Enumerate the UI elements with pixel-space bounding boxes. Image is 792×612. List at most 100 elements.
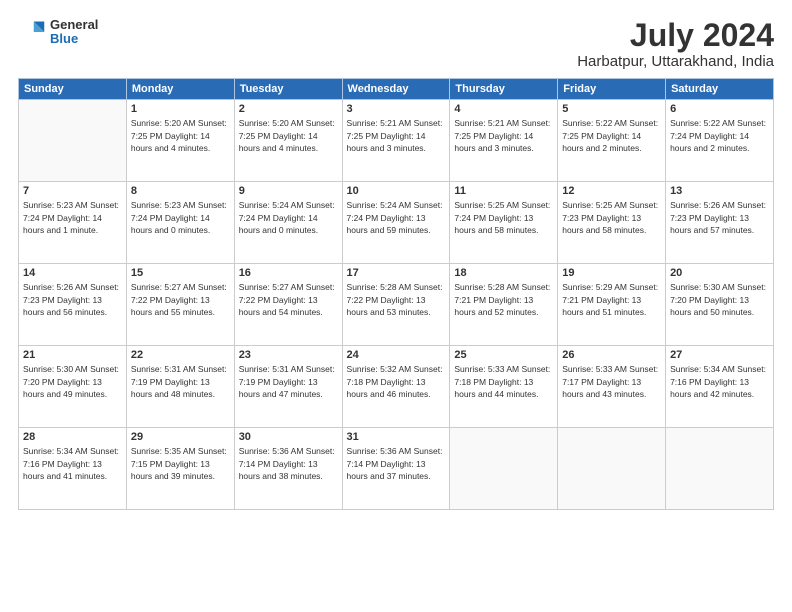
day-number: 3 bbox=[347, 103, 446, 115]
day-number: 17 bbox=[347, 267, 446, 279]
day-number: 4 bbox=[454, 103, 553, 115]
calendar-cell-1-7: 6 Sunrise: 5:22 AM Sunset: 7:24 PM Daylig… bbox=[666, 100, 774, 182]
calendar-header-friday: Friday bbox=[558, 79, 666, 100]
day-number: 8 bbox=[131, 185, 230, 197]
calendar-header-thursday: Thursday bbox=[450, 79, 558, 100]
logo-blue: Blue bbox=[50, 32, 98, 46]
calendar-header-monday: Monday bbox=[126, 79, 234, 100]
day-info: Sunrise: 5:30 AM Sunset: 7:20 PM Dayligh… bbox=[23, 363, 122, 400]
calendar-week-3: 14Sunrise: 5:26 AM Sunset: 7:23 PM Dayli… bbox=[19, 264, 774, 346]
calendar-week-4: 21 Sunrise: 5:30 AM Sunset: 7:20 PM Dayli… bbox=[19, 346, 774, 428]
calendar-cell-3-7: 20Sunrise: 5:30 AM Sunset: 7:20 PM Dayli… bbox=[666, 264, 774, 346]
day-number: 1 bbox=[131, 103, 230, 115]
day-number: 22 bbox=[131, 349, 230, 361]
logo-text: General Blue bbox=[50, 18, 98, 47]
day-info: Sunrise: 5:24 AM Sunset: 7:24 PM Dayligh… bbox=[347, 199, 446, 236]
calendar-cell-3-3: 16 Sunrise: 5:27 AM Sunset: 7:22 PM Dayli… bbox=[234, 264, 342, 346]
calendar-cell-5-2: 29Sunrise: 5:35 AM Sunset: 7:15 PM Dayli… bbox=[126, 428, 234, 510]
day-info: Sunrise: 5:20 AM Sunset: 7:25 PM Dayligh… bbox=[239, 117, 338, 154]
page: General Blue July 2024 Harbatpur, Uttara… bbox=[0, 0, 792, 612]
calendar-cell-3-4: 17 Sunrise: 5:28 AM Sunset: 7:22 PM Dayli… bbox=[342, 264, 450, 346]
title-block: July 2024 Harbatpur, Uttarakhand, India bbox=[577, 18, 774, 70]
day-info: Sunrise: 5:33 AM Sunset: 7:17 PM Dayligh… bbox=[562, 363, 661, 400]
day-info: Sunrise: 5:23 AM Sunset: 7:24 PM Dayligh… bbox=[131, 199, 230, 236]
calendar-week-1: 1 Sunrise: 5:20 AM Sunset: 7:25 PM Daylig… bbox=[19, 100, 774, 182]
calendar-cell-5-6 bbox=[558, 428, 666, 510]
calendar-cell-1-3: 2 Sunrise: 5:20 AM Sunset: 7:25 PM Daylig… bbox=[234, 100, 342, 182]
calendar-cell-1-1 bbox=[19, 100, 127, 182]
day-number: 2 bbox=[239, 103, 338, 115]
day-number: 11 bbox=[454, 185, 553, 197]
day-number: 29 bbox=[131, 431, 230, 443]
logo-general: General bbox=[50, 18, 98, 32]
calendar-cell-4-5: 25 Sunrise: 5:33 AM Sunset: 7:18 PM Dayli… bbox=[450, 346, 558, 428]
day-info: Sunrise: 5:27 AM Sunset: 7:22 PM Dayligh… bbox=[239, 281, 338, 318]
day-info: Sunrise: 5:36 AM Sunset: 7:14 PM Dayligh… bbox=[347, 445, 446, 482]
calendar-cell-2-1: 7 Sunrise: 5:23 AM Sunset: 7:24 PM Daylig… bbox=[19, 182, 127, 264]
calendar-header-sunday: Sunday bbox=[19, 79, 127, 100]
calendar-cell-2-4: 10 Sunrise: 5:24 AM Sunset: 7:24 PM Dayli… bbox=[342, 182, 450, 264]
day-number: 21 bbox=[23, 349, 122, 361]
subtitle: Harbatpur, Uttarakhand, India bbox=[577, 53, 774, 70]
calendar-cell-4-1: 21 Sunrise: 5:30 AM Sunset: 7:20 PM Dayli… bbox=[19, 346, 127, 428]
day-info: Sunrise: 5:36 AM Sunset: 7:14 PM Dayligh… bbox=[239, 445, 338, 482]
calendar-cell-5-3: 30Sunrise: 5:36 AM Sunset: 7:14 PM Dayli… bbox=[234, 428, 342, 510]
calendar-cell-2-2: 8 Sunrise: 5:23 AM Sunset: 7:24 PM Daylig… bbox=[126, 182, 234, 264]
calendar-cell-3-5: 18Sunrise: 5:28 AM Sunset: 7:21 PM Dayli… bbox=[450, 264, 558, 346]
calendar-cell-5-4: 31Sunrise: 5:36 AM Sunset: 7:14 PM Dayli… bbox=[342, 428, 450, 510]
calendar-cell-5-7 bbox=[666, 428, 774, 510]
calendar-header-saturday: Saturday bbox=[666, 79, 774, 100]
calendar-cell-4-4: 24 Sunrise: 5:32 AM Sunset: 7:18 PM Dayli… bbox=[342, 346, 450, 428]
day-number: 5 bbox=[562, 103, 661, 115]
calendar-cell-4-7: 27 Sunrise: 5:34 AM Sunset: 7:16 PM Dayli… bbox=[666, 346, 774, 428]
day-number: 6 bbox=[670, 103, 769, 115]
calendar-cell-3-1: 14Sunrise: 5:26 AM Sunset: 7:23 PM Dayli… bbox=[19, 264, 127, 346]
day-number: 7 bbox=[23, 185, 122, 197]
day-info: Sunrise: 5:21 AM Sunset: 7:25 PM Dayligh… bbox=[454, 117, 553, 154]
calendar-cell-2-3: 9Sunrise: 5:24 AM Sunset: 7:24 PM Daylig… bbox=[234, 182, 342, 264]
calendar-week-2: 7 Sunrise: 5:23 AM Sunset: 7:24 PM Daylig… bbox=[19, 182, 774, 264]
day-number: 28 bbox=[23, 431, 122, 443]
day-info: Sunrise: 5:33 AM Sunset: 7:18 PM Dayligh… bbox=[454, 363, 553, 400]
calendar-cell-1-5: 4 Sunrise: 5:21 AM Sunset: 7:25 PM Daylig… bbox=[450, 100, 558, 182]
day-info: Sunrise: 5:28 AM Sunset: 7:22 PM Dayligh… bbox=[347, 281, 446, 318]
calendar-cell-3-6: 19Sunrise: 5:29 AM Sunset: 7:21 PM Dayli… bbox=[558, 264, 666, 346]
day-info: Sunrise: 5:24 AM Sunset: 7:24 PM Dayligh… bbox=[239, 199, 338, 236]
calendar-cell-1-6: 5 Sunrise: 5:22 AM Sunset: 7:25 PM Daylig… bbox=[558, 100, 666, 182]
calendar-week-5: 28Sunrise: 5:34 AM Sunset: 7:16 PM Dayli… bbox=[19, 428, 774, 510]
day-info: Sunrise: 5:22 AM Sunset: 7:24 PM Dayligh… bbox=[670, 117, 769, 154]
day-number: 19 bbox=[562, 267, 661, 279]
day-number: 18 bbox=[454, 267, 553, 279]
day-number: 12 bbox=[562, 185, 661, 197]
calendar-cell-4-2: 22Sunrise: 5:31 AM Sunset: 7:19 PM Dayli… bbox=[126, 346, 234, 428]
day-number: 27 bbox=[670, 349, 769, 361]
calendar-cell-4-3: 23Sunrise: 5:31 AM Sunset: 7:19 PM Dayli… bbox=[234, 346, 342, 428]
day-info: Sunrise: 5:30 AM Sunset: 7:20 PM Dayligh… bbox=[670, 281, 769, 318]
calendar-cell-5-5 bbox=[450, 428, 558, 510]
day-info: Sunrise: 5:22 AM Sunset: 7:25 PM Dayligh… bbox=[562, 117, 661, 154]
calendar-header-tuesday: Tuesday bbox=[234, 79, 342, 100]
calendar-cell-1-2: 1 Sunrise: 5:20 AM Sunset: 7:25 PM Daylig… bbox=[126, 100, 234, 182]
day-info: Sunrise: 5:32 AM Sunset: 7:18 PM Dayligh… bbox=[347, 363, 446, 400]
day-info: Sunrise: 5:23 AM Sunset: 7:24 PM Dayligh… bbox=[23, 199, 122, 236]
calendar-cell-5-1: 28Sunrise: 5:34 AM Sunset: 7:16 PM Dayli… bbox=[19, 428, 127, 510]
day-info: Sunrise: 5:26 AM Sunset: 7:23 PM Dayligh… bbox=[670, 199, 769, 236]
calendar-cell-2-7: 13 Sunrise: 5:26 AM Sunset: 7:23 PM Dayli… bbox=[666, 182, 774, 264]
main-title: July 2024 bbox=[577, 18, 774, 53]
logo: General Blue bbox=[18, 18, 98, 47]
day-info: Sunrise: 5:27 AM Sunset: 7:22 PM Dayligh… bbox=[131, 281, 230, 318]
day-info: Sunrise: 5:20 AM Sunset: 7:25 PM Dayligh… bbox=[131, 117, 230, 154]
day-number: 10 bbox=[347, 185, 446, 197]
calendar-cell-2-6: 12 Sunrise: 5:25 AM Sunset: 7:23 PM Dayli… bbox=[558, 182, 666, 264]
calendar-cell-1-4: 3 Sunrise: 5:21 AM Sunset: 7:25 PM Daylig… bbox=[342, 100, 450, 182]
day-info: Sunrise: 5:34 AM Sunset: 7:16 PM Dayligh… bbox=[670, 363, 769, 400]
calendar-cell-4-6: 26Sunrise: 5:33 AM Sunset: 7:17 PM Dayli… bbox=[558, 346, 666, 428]
day-number: 25 bbox=[454, 349, 553, 361]
day-number: 13 bbox=[670, 185, 769, 197]
day-info: Sunrise: 5:26 AM Sunset: 7:23 PM Dayligh… bbox=[23, 281, 122, 318]
day-info: Sunrise: 5:25 AM Sunset: 7:23 PM Dayligh… bbox=[562, 199, 661, 236]
day-info: Sunrise: 5:21 AM Sunset: 7:25 PM Dayligh… bbox=[347, 117, 446, 154]
day-number: 16 bbox=[239, 267, 338, 279]
calendar-table: SundayMondayTuesdayWednesdayThursdayFrid… bbox=[18, 78, 774, 510]
day-number: 24 bbox=[347, 349, 446, 361]
